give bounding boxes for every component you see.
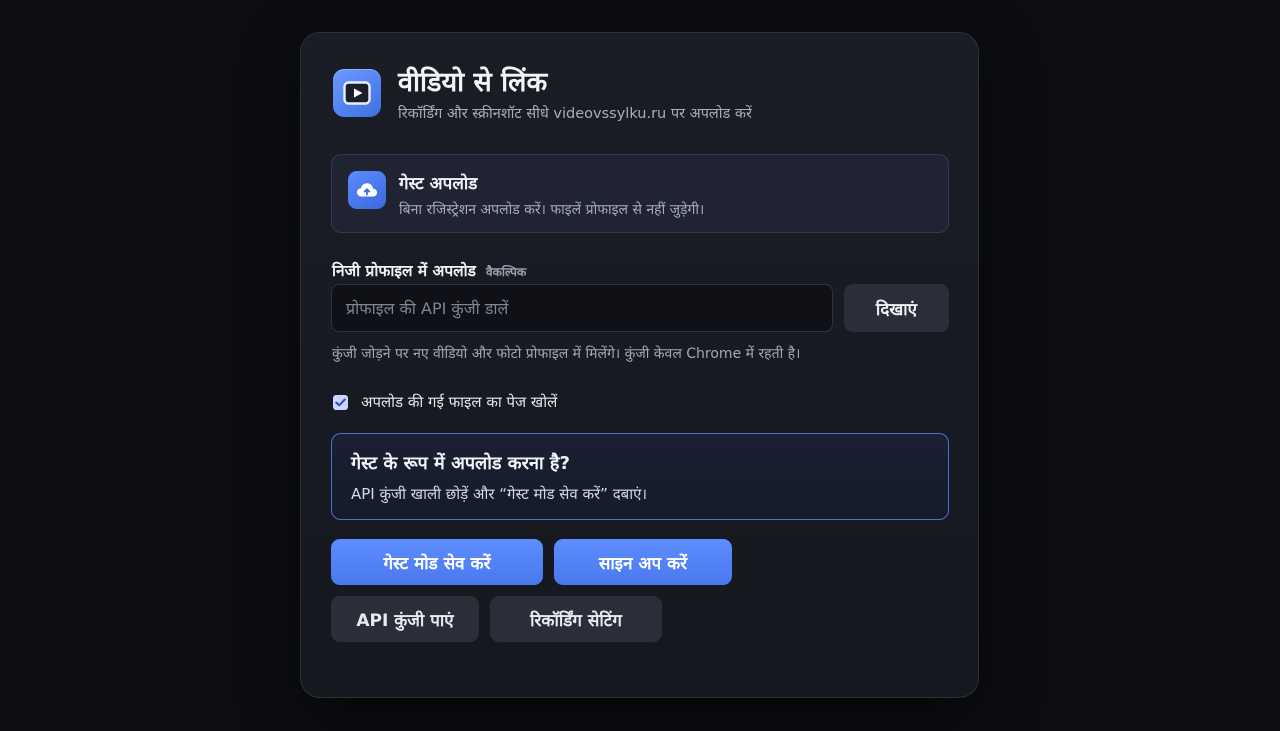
check-icon [335, 398, 346, 406]
open-page-checkbox[interactable] [333, 394, 348, 410]
guest-upload-description: बिना रजिस्ट्रेशन अपलोड करें। फाइलें प्रो… [399, 202, 705, 218]
popup-panel: वीडियो से लिंक रिकॉर्डिंग और स्क्रीनशॉट … [300, 32, 979, 698]
api-key-input[interactable] [331, 284, 833, 332]
show-key-button[interactable]: दिखाएं [844, 284, 949, 332]
open-page-option[interactable]: अपलोड की गई फाइल का पेज खोलें [333, 392, 557, 412]
guest-upload-title: गेस्ट अपलोड [399, 174, 478, 194]
sign-up-button[interactable]: साइन अप करें [554, 539, 732, 585]
profile-field-label: निजी प्रोफाइल में अपलोड वैकल्पिक [332, 259, 526, 281]
save-guest-mode-button[interactable]: गेस्ट मोड सेव करें [331, 539, 543, 585]
api-key-hint: कुंजी जोड़ने पर नए वीडियो और फोटो प्रोफा… [332, 346, 801, 362]
profile-field-label-text: निजी प्रोफाइल में अपलोड [332, 262, 476, 280]
guest-info-title: गेस्ट के रूप में अपलोड करना है? [351, 453, 570, 474]
recording-settings-button[interactable]: रिकॉर्डिंग सेटिंग [490, 596, 662, 642]
header-text: वीडियो से लिंक रिकॉर्डिंग और स्क्रीनशॉट … [398, 66, 752, 123]
app-title: वीडियो से लिंक [398, 67, 548, 98]
optional-tag: वैकल्पिक [485, 265, 527, 279]
guest-info-card: गेस्ट के रूप में अपलोड करना है? API कुंज… [331, 433, 949, 520]
header: वीडियो से लिंक रिकॉर्डिंग और स्क्रीनशॉट … [333, 66, 752, 123]
cloud-upload-icon [348, 171, 386, 209]
app-subtitle: रिकॉर्डिंग और स्क्रीनशॉट सीधे videovssyl… [398, 106, 752, 122]
guest-info-description: API कुंजी खाली छोड़ें और “गेस्ट मोड सेव … [351, 485, 648, 503]
play-icon [333, 69, 381, 117]
open-page-label: अपलोड की गई फाइल का पेज खोलें [361, 393, 558, 411]
guest-upload-card[interactable]: गेस्ट अपलोड बिना रजिस्ट्रेशन अपलोड करें।… [331, 154, 949, 233]
get-api-key-button[interactable]: API कुंजी पाएं [331, 596, 479, 642]
